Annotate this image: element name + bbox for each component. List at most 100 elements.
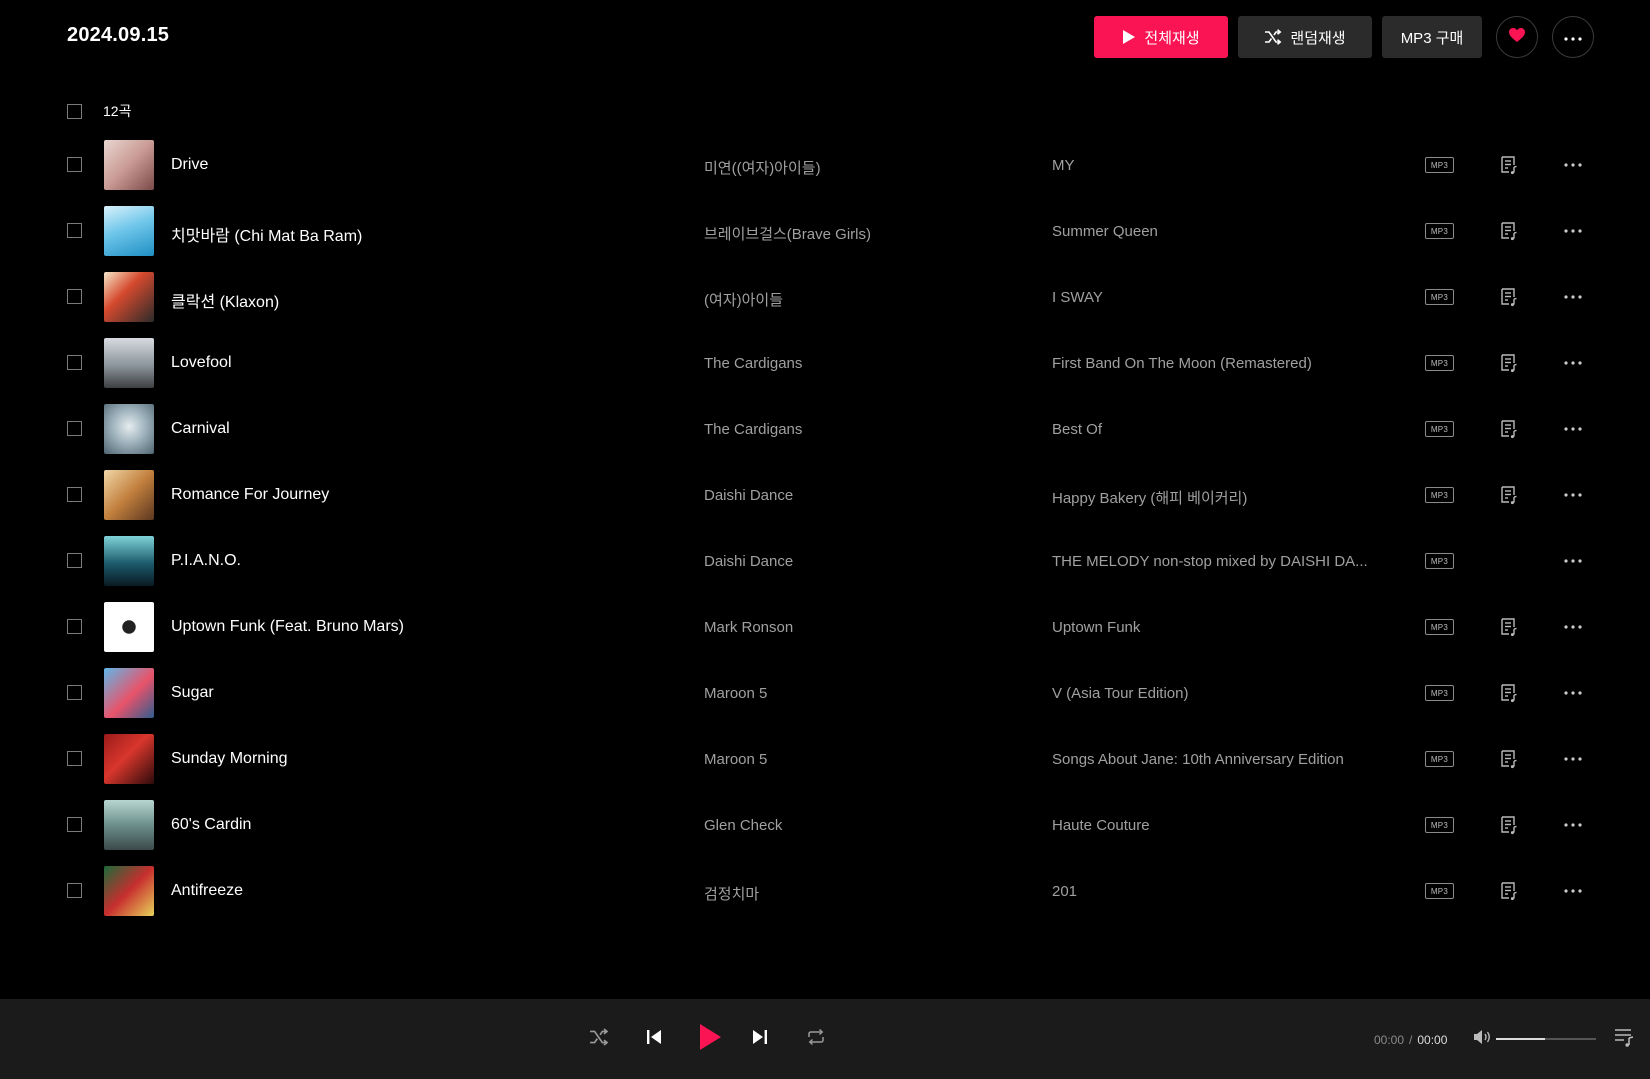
track-title[interactable]: 60's Cardin	[171, 816, 251, 834]
track-row[interactable]: Lovefool The Cardigans First Band On The…	[0, 330, 1650, 396]
track-row[interactable]: Antifreeze 검정치마 201 MP3	[0, 858, 1650, 924]
track-title[interactable]: Carnival	[171, 420, 230, 438]
add-to-playlist-button[interactable]	[1499, 419, 1519, 439]
track-more-button[interactable]	[1563, 287, 1583, 307]
play-all-button[interactable]: 전체재생	[1094, 16, 1228, 58]
mp3-badge[interactable]: MP3	[1425, 289, 1454, 305]
album-cover[interactable]	[104, 536, 154, 586]
add-to-playlist-button[interactable]	[1499, 485, 1519, 505]
repeat-button[interactable]	[805, 1028, 827, 1050]
track-artist[interactable]: Maroon 5	[704, 751, 767, 768]
next-track-button[interactable]	[749, 1028, 771, 1050]
track-title[interactable]: Lovefool	[171, 354, 232, 372]
add-to-playlist-button[interactable]	[1499, 881, 1519, 901]
add-to-playlist-button[interactable]	[1499, 617, 1519, 637]
random-play-button[interactable]: 랜덤재생	[1238, 16, 1372, 58]
track-album[interactable]: THE MELODY non-stop mixed by DAISHI DA..…	[1052, 553, 1372, 570]
track-more-button[interactable]	[1563, 221, 1583, 241]
track-artist[interactable]: Mark Ronson	[704, 619, 793, 636]
track-checkbox[interactable]	[67, 619, 82, 634]
mp3-badge[interactable]: MP3	[1425, 487, 1454, 503]
track-checkbox[interactable]	[67, 421, 82, 436]
volume-slider[interactable]	[1496, 1038, 1596, 1040]
track-checkbox[interactable]	[67, 553, 82, 568]
track-row[interactable]: Romance For Journey Daishi Dance Happy B…	[0, 462, 1650, 528]
track-more-button[interactable]	[1563, 551, 1583, 571]
track-row[interactable]: 치맛바람 (Chi Mat Ba Ram) 브레이브걸스(Brave Girls…	[0, 198, 1650, 264]
track-album[interactable]: Uptown Funk	[1052, 619, 1372, 636]
track-album[interactable]: V (Asia Tour Edition)	[1052, 685, 1372, 702]
album-cover[interactable]	[104, 272, 154, 322]
track-checkbox[interactable]	[67, 289, 82, 304]
volume-button[interactable]	[1472, 1029, 1492, 1049]
mp3-badge[interactable]: MP3	[1425, 619, 1454, 635]
track-more-button[interactable]	[1563, 749, 1583, 769]
track-artist[interactable]: The Cardigans	[704, 355, 802, 372]
mp3-badge[interactable]: MP3	[1425, 355, 1454, 371]
add-to-playlist-button[interactable]	[1499, 353, 1519, 373]
track-album[interactable]: 201	[1052, 883, 1372, 900]
album-cover[interactable]	[104, 470, 154, 520]
like-button[interactable]	[1496, 16, 1538, 58]
track-row[interactable]: 클락션 (Klaxon) (여자)아이들 I SWAY MP3	[0, 264, 1650, 330]
album-cover[interactable]	[104, 404, 154, 454]
track-album[interactable]: First Band On The Moon (Remastered)	[1052, 355, 1372, 372]
add-to-playlist-button[interactable]	[1499, 221, 1519, 241]
track-more-button[interactable]	[1563, 881, 1583, 901]
select-all-checkbox[interactable]	[67, 103, 82, 119]
mp3-badge[interactable]: MP3	[1425, 817, 1454, 833]
track-checkbox[interactable]	[67, 883, 82, 898]
track-more-button[interactable]	[1563, 485, 1583, 505]
track-row[interactable]: Uptown Funk (Feat. Bruno Mars) Mark Rons…	[0, 594, 1650, 660]
album-cover[interactable]	[104, 338, 154, 388]
track-album[interactable]: Happy Bakery (해피 베이커리)	[1052, 487, 1372, 508]
track-checkbox[interactable]	[67, 751, 82, 766]
track-album[interactable]: Haute Couture	[1052, 817, 1372, 834]
track-artist[interactable]: (여자)아이들	[704, 289, 783, 310]
track-row[interactable]: P.I.A.N.O. Daishi Dance THE MELODY non-s…	[0, 528, 1650, 594]
album-cover[interactable]	[104, 206, 154, 256]
album-cover[interactable]	[104, 734, 154, 784]
track-more-button[interactable]	[1563, 353, 1583, 373]
mp3-badge[interactable]: MP3	[1425, 157, 1454, 173]
player-shuffle-button[interactable]	[588, 1027, 610, 1050]
track-title[interactable]: Romance For Journey	[171, 486, 329, 504]
track-title[interactable]: P.I.A.N.O.	[171, 552, 241, 570]
track-artist[interactable]: 미연((여자)아이들)	[704, 157, 821, 178]
track-row[interactable]: Sunday Morning Maroon 5 Songs About Jane…	[0, 726, 1650, 792]
track-title[interactable]: 치맛바람 (Chi Mat Ba Ram)	[171, 222, 362, 246]
track-artist[interactable]: 브레이브걸스(Brave Girls)	[704, 223, 871, 244]
track-more-button[interactable]	[1563, 617, 1583, 637]
track-checkbox[interactable]	[67, 157, 82, 172]
add-to-playlist-button[interactable]	[1499, 815, 1519, 835]
track-artist[interactable]: 검정치마	[704, 883, 759, 904]
play-button[interactable]	[695, 1023, 725, 1054]
track-title[interactable]: Drive	[171, 156, 208, 174]
add-to-playlist-button[interactable]	[1499, 749, 1519, 769]
previous-track-button[interactable]	[643, 1028, 665, 1050]
add-to-playlist-button[interactable]	[1499, 287, 1519, 307]
track-title[interactable]: Sugar	[171, 684, 214, 702]
track-title[interactable]: 클락션 (Klaxon)	[171, 288, 279, 312]
track-row[interactable]: 60's Cardin Glen Check Haute Couture MP3	[0, 792, 1650, 858]
add-to-playlist-button[interactable]	[1499, 683, 1519, 703]
track-album[interactable]: Best Of	[1052, 421, 1372, 438]
track-checkbox[interactable]	[67, 685, 82, 700]
track-album[interactable]: MY	[1052, 157, 1372, 174]
track-row[interactable]: Sugar Maroon 5 V (Asia Tour Edition) MP3	[0, 660, 1650, 726]
track-artist[interactable]: The Cardigans	[704, 421, 802, 438]
track-more-button[interactable]	[1563, 815, 1583, 835]
track-checkbox[interactable]	[67, 817, 82, 832]
track-title[interactable]: Uptown Funk (Feat. Bruno Mars)	[171, 618, 404, 636]
track-album[interactable]: I SWAY	[1052, 289, 1372, 306]
mp3-buy-button[interactable]: MP3 구매	[1382, 16, 1482, 58]
mp3-badge[interactable]: MP3	[1425, 223, 1454, 239]
album-cover[interactable]	[104, 668, 154, 718]
queue-list-button[interactable]	[1613, 1027, 1637, 1051]
track-checkbox[interactable]	[67, 355, 82, 370]
album-cover[interactable]	[104, 140, 154, 190]
track-row[interactable]: Drive 미연((여자)아이들) MY MP3	[0, 132, 1650, 198]
more-options-button[interactable]	[1552, 16, 1594, 58]
mp3-badge[interactable]: MP3	[1425, 751, 1454, 767]
track-title[interactable]: Sunday Morning	[171, 750, 288, 768]
